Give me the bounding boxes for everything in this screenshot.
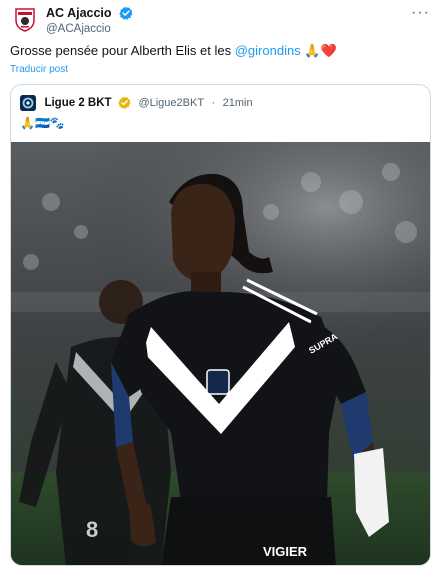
translate-post-link[interactable]: Traducir post bbox=[10, 64, 68, 75]
separator-dot: · bbox=[211, 96, 216, 109]
player-photo[interactable]: 8 Vital SUPRA VIGIER bbox=[11, 142, 430, 565]
quote-author-name[interactable]: Ligue 2 BKT bbox=[44, 97, 111, 109]
tweet-header: AC Ajaccio @ACAjaccio ··· bbox=[10, 4, 434, 35]
author-handle[interactable]: @ACAjaccio bbox=[46, 23, 133, 35]
quote-avatar[interactable] bbox=[20, 94, 36, 111]
quoted-tweet[interactable]: Ligue 2 BKT @Ligue2BKT · 21min 🙏🇭🇳🐾 8 Vi… bbox=[10, 84, 431, 566]
avatar[interactable] bbox=[12, 6, 38, 32]
author-name[interactable]: AC Ajaccio bbox=[46, 6, 112, 20]
quote-timestamp[interactable]: 21min bbox=[223, 97, 253, 109]
verified-gold-badge-icon bbox=[118, 96, 131, 110]
more-options-button[interactable]: ··· bbox=[411, 4, 430, 22]
tweet-text: Grosse pensée pour Alberth Elis et les @… bbox=[10, 43, 337, 59]
tweet-text-body: Grosse pensée pour Alberth Elis et les bbox=[10, 43, 235, 58]
mention-link[interactable]: @girondins bbox=[235, 43, 301, 58]
quote-text: 🙏🇭🇳🐾 bbox=[20, 116, 65, 130]
shorts-sponsor-text: VIGIER bbox=[263, 544, 308, 559]
background-player-number: 8 bbox=[86, 517, 98, 542]
quote-header: Ligue 2 BKT @Ligue2BKT · 21min bbox=[20, 94, 253, 112]
verified-badge-icon bbox=[119, 6, 133, 20]
tweet-emoji: 🙏❤️ bbox=[300, 43, 337, 58]
quote-author-handle[interactable]: @Ligue2BKT bbox=[138, 97, 204, 109]
